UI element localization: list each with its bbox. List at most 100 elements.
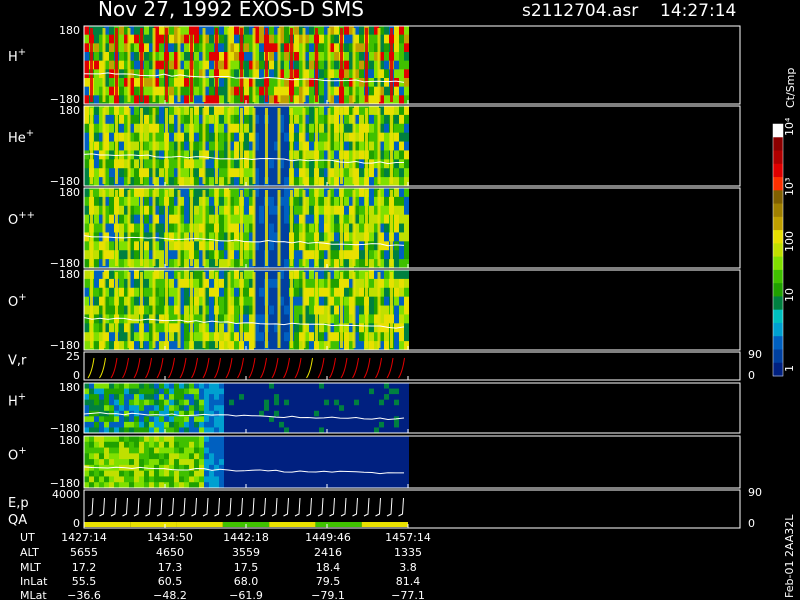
heatmap-cell <box>334 447 339 454</box>
heatmap-cell <box>209 26 214 36</box>
heatmap-cell <box>144 278 149 289</box>
heatmap-cell <box>399 150 404 160</box>
heatmap-cell <box>299 405 304 412</box>
heatmap-cell <box>344 214 349 225</box>
heatmap-cell <box>189 436 194 443</box>
heatmap-cell <box>174 459 179 466</box>
heatmap-cell <box>229 394 234 401</box>
spectral-stripe <box>115 190 118 266</box>
heatmap-cell <box>94 159 99 169</box>
heatmap-cell <box>109 394 114 401</box>
heatmap-cell <box>184 141 189 151</box>
heatmap-cell <box>259 60 264 70</box>
heatmap-cell <box>379 383 384 390</box>
heatmap-cell <box>119 305 124 315</box>
spectral-stripe <box>390 190 393 266</box>
heatmap-cell <box>154 394 159 401</box>
heatmap-cell <box>84 43 89 53</box>
heatmap-cell <box>269 69 274 79</box>
heatmap-cell <box>234 388 239 395</box>
heatmap-cell <box>309 69 314 79</box>
heatmap-cell <box>384 410 389 417</box>
heatmap-cell <box>259 132 264 143</box>
heatmap-cell <box>254 394 259 401</box>
heatmap-cell <box>259 78 264 88</box>
heatmap-cell <box>169 405 174 412</box>
heatmap-cell <box>344 241 349 251</box>
heatmap-cell <box>394 332 399 342</box>
heatmap-cell <box>229 441 234 449</box>
heatmap-cell <box>139 459 144 466</box>
spectral-stripe <box>102 28 106 102</box>
heatmap-cell <box>259 168 264 178</box>
heatmap-cell <box>394 287 399 298</box>
heatmap-cell <box>384 383 389 390</box>
heatmap-cell <box>94 323 99 333</box>
heatmap-cell <box>209 223 214 233</box>
heatmap-cell <box>144 394 149 401</box>
heatmap-cell <box>94 270 99 280</box>
heatmap-cell <box>99 447 104 454</box>
table-cell: 68.0 <box>234 575 259 588</box>
heatmap-cell <box>319 464 324 472</box>
heatmap-cell <box>229 421 234 428</box>
heatmap-cell <box>204 388 209 395</box>
heatmap-cell <box>194 150 199 160</box>
heatmap-cell <box>189 453 194 460</box>
heatmap-cell <box>384 470 389 477</box>
heatmap-cell <box>404 123 409 134</box>
heatmap-cell <box>379 388 384 395</box>
heatmap-cell <box>109 416 114 423</box>
heatmap-cell <box>184 106 189 116</box>
heatmap-cell <box>159 314 164 324</box>
heatmap-cell <box>384 168 389 178</box>
heatmap-cell <box>334 214 339 225</box>
heatmap-cell <box>164 410 169 417</box>
heatmap-cell <box>344 43 349 53</box>
heatmap-cell <box>149 453 154 460</box>
heatmap-cell <box>289 476 294 483</box>
heatmap-cell <box>359 78 364 88</box>
heatmap-cell <box>269 95 274 105</box>
spectral-stripe <box>127 108 131 184</box>
heatmap-cell <box>284 410 289 417</box>
heatmap-cell <box>369 177 374 187</box>
colorbar-swatch <box>773 190 783 205</box>
heatmap-cell <box>399 394 404 401</box>
heatmap-cell <box>89 470 94 477</box>
heatmap-cell <box>284 314 289 324</box>
heatmap-cell <box>214 399 219 406</box>
heatmap-cell <box>239 453 244 460</box>
spectral-stripe <box>240 28 243 102</box>
heatmap-cell <box>229 383 234 390</box>
heatmap-cell <box>204 416 209 423</box>
heatmap-cell <box>399 141 404 151</box>
heatmap-cell <box>279 383 284 390</box>
heatmap-cell <box>404 314 409 324</box>
spectral-stripe <box>302 28 306 102</box>
heatmap-cell <box>209 314 214 324</box>
heatmap-cell <box>259 106 264 116</box>
heatmap-cell <box>259 287 264 298</box>
heatmap-cell <box>329 441 334 449</box>
heatmap-cell <box>184 114 189 125</box>
heatmap-cell <box>369 287 374 298</box>
heatmap-cell <box>364 383 369 390</box>
heatmap-cell <box>274 441 279 449</box>
heatmap-cell <box>134 296 139 307</box>
heatmap-cell <box>394 464 399 472</box>
heatmap-cell <box>104 416 109 423</box>
heatmap-cell <box>159 459 164 466</box>
colorbar-swatch <box>773 296 783 311</box>
heatmap-cell <box>304 447 309 454</box>
y-min-label: 0 <box>73 517 80 530</box>
heatmap-cell <box>144 168 149 178</box>
heatmap-cell <box>169 464 174 472</box>
heatmap-cell <box>294 250 299 260</box>
heatmap-cell <box>159 421 164 428</box>
heatmap-cell <box>394 177 399 187</box>
heatmap-cell <box>284 205 289 216</box>
heatmap-cell <box>234 150 239 160</box>
heatmap-cell <box>119 123 124 134</box>
heatmap-cell <box>119 278 124 289</box>
